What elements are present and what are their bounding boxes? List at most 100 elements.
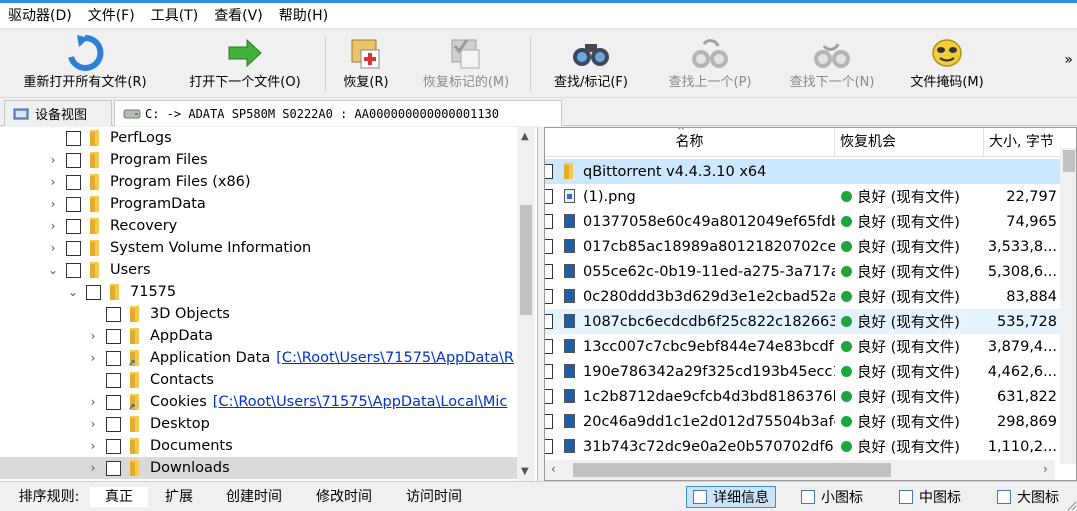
- expand-arrow-icon[interactable]: ›: [86, 391, 100, 413]
- row-checkbox[interactable]: [545, 339, 553, 354]
- tree-checkbox[interactable]: [106, 460, 121, 476]
- row-checkbox[interactable]: [545, 414, 553, 429]
- expand-arrow-icon[interactable]: ›: [46, 237, 60, 259]
- recover-marked-button[interactable]: 恢复标记的(M): [414, 32, 518, 96]
- tree-checkbox[interactable]: [86, 284, 101, 300]
- expand-arrow-icon[interactable]: ›: [46, 171, 60, 193]
- menu-drive[interactable]: 驱动器(D): [0, 3, 80, 29]
- sort-accessed[interactable]: 访问时间: [394, 487, 474, 507]
- tab-device-view[interactable]: 设备视图: [4, 100, 112, 126]
- tab-drive-c[interactable]: C: -> ADATA SP580M S0222A0 : AA000000000…: [114, 100, 562, 126]
- expand-arrow-icon[interactable]: ⌄: [66, 281, 80, 303]
- tree-checkbox[interactable]: [66, 196, 81, 212]
- sort-created[interactable]: 创建时间: [214, 487, 294, 507]
- tree-vertical-scrollbar[interactable]: ▲ ▼: [517, 127, 535, 481]
- file-mask-button[interactable]: 文件掩码(M): [902, 32, 992, 96]
- tree-checkbox[interactable]: [66, 130, 81, 146]
- menu-view[interactable]: 查看(V): [206, 3, 271, 29]
- tree-checkbox[interactable]: [106, 306, 121, 322]
- tree-checkbox[interactable]: [106, 416, 121, 432]
- link-target[interactable]: [C:\Root\Users\71575\AppData\Local\Mic: [213, 394, 508, 410]
- scroll-left-icon[interactable]: ‹: [551, 462, 556, 476]
- tree-checkbox[interactable]: [66, 152, 81, 168]
- tree-checkbox[interactable]: [106, 328, 121, 344]
- list-item[interactable]: 055ce62c-0b19-11ed-a275-3a717a 良好 (现有文件) 5…: [545, 259, 1060, 284]
- row-checkbox[interactable]: [545, 214, 553, 229]
- file-list-vertical-scrollbar[interactable]: [1060, 148, 1076, 464]
- expand-arrow-icon[interactable]: ›: [86, 347, 100, 369]
- tree-item[interactable]: › Desktop: [0, 413, 520, 435]
- expand-arrow-icon[interactable]: ›: [86, 457, 100, 479]
- expand-arrow-icon[interactable]: ›: [46, 193, 60, 215]
- tree-checkbox[interactable]: [66, 218, 81, 234]
- menu-tools[interactable]: 工具(T): [143, 3, 206, 29]
- row-checkbox[interactable]: [545, 239, 553, 254]
- list-item[interactable]: 0c280ddd3b3d629d3e1e2cbad52a 良好 (现有文件) 83,…: [545, 284, 1060, 309]
- list-item[interactable]: 1c2b8712dae9cfcb4d3bd8186376l 良好 (现有文件) 63…: [545, 384, 1060, 409]
- row-checkbox[interactable]: [545, 364, 553, 379]
- tree-checkbox[interactable]: [66, 240, 81, 256]
- tree-item[interactable]: PerfLogs: [0, 127, 520, 149]
- list-item[interactable]: 1087cbc6ecdcdb6f25c822c182663 良好 (现有文件) 53…: [545, 309, 1060, 334]
- list-item[interactable]: 017cb85ac18989a80121820702cec 良好 (现有文件) 3,…: [545, 234, 1060, 259]
- find-next-button[interactable]: 查找下一个(N): [780, 32, 884, 96]
- sort-real[interactable]: 真正: [90, 487, 148, 507]
- tree-item[interactable]: › Documents: [0, 435, 520, 457]
- column-name[interactable]: 名称 ^: [545, 128, 835, 157]
- column-size[interactable]: 大小, 字节: [985, 128, 1065, 157]
- row-checkbox[interactable]: [545, 164, 553, 179]
- view-large-icons-button[interactable]: 大图标: [990, 486, 1066, 508]
- scroll-right-icon[interactable]: ›: [1043, 462, 1048, 476]
- menu-file[interactable]: 文件(F): [80, 3, 143, 29]
- view-details-button[interactable]: 详细信息: [686, 486, 776, 508]
- view-medium-icons-button[interactable]: 中图标: [892, 486, 968, 508]
- row-checkbox[interactable]: [545, 189, 553, 204]
- tree-item[interactable]: › Program Files: [0, 149, 520, 171]
- tree-item[interactable]: › ↗ Cookies [C:\Root\Users\71575\AppData\Lo…: [0, 391, 520, 413]
- tree-item[interactable]: 3D Objects: [0, 303, 520, 325]
- expand-arrow-icon[interactable]: ›: [86, 413, 100, 435]
- tree-item[interactable]: ⌄ Users: [0, 259, 520, 281]
- column-recovery-chance[interactable]: 恢复机会: [836, 128, 984, 157]
- open-next-button[interactable]: 打开下一个文件(O): [180, 32, 310, 96]
- list-item[interactable]: 190e786342a29f325cd193b45ecc1 良好 (现有文件) 4,…: [545, 359, 1060, 384]
- tree-item[interactable]: › Downloads: [0, 457, 520, 479]
- list-item[interactable]: 01377058e60c49a8012049ef65fdb 良好 (现有文件) 74…: [545, 209, 1060, 234]
- tree-checkbox[interactable]: [106, 394, 121, 410]
- recover-button[interactable]: 恢复(R): [336, 32, 396, 96]
- toolbar-overflow-button[interactable]: »: [1064, 52, 1073, 68]
- row-checkbox[interactable]: [545, 389, 553, 404]
- list-item-folder[interactable]: qBittorrent v4.4.3.10 x64: [545, 159, 1060, 184]
- menu-help[interactable]: 帮助(H): [271, 3, 336, 29]
- tree-checkbox[interactable]: [66, 262, 81, 278]
- sort-modified[interactable]: 修改时间: [304, 487, 384, 507]
- tree-item[interactable]: ⌄ 71575: [0, 281, 520, 303]
- reopen-all-button[interactable]: 重新打开所有文件(R): [12, 32, 158, 96]
- tree-item[interactable]: › ProgramData: [0, 193, 520, 215]
- sort-extension[interactable]: 扩展: [152, 487, 206, 507]
- tree-item[interactable]: Contacts: [0, 369, 520, 391]
- find-previous-button[interactable]: 查找上一个(P): [658, 32, 762, 96]
- expand-arrow-icon[interactable]: ›: [86, 325, 100, 347]
- tree-checkbox[interactable]: [106, 438, 121, 454]
- list-item[interactable]: (1).png 良好 (现有文件) 22,797: [545, 184, 1060, 209]
- find-mark-button[interactable]: 查找/标记(F): [544, 32, 638, 96]
- tree-checkbox[interactable]: [106, 372, 121, 388]
- row-checkbox[interactable]: [545, 439, 553, 454]
- list-item[interactable]: 13cc007c7cbc9ebf844e74e83bcdf 良好 (现有文件) 3,…: [545, 334, 1060, 359]
- expand-arrow-icon[interactable]: ›: [46, 149, 60, 171]
- horizontal-scroll-thumb[interactable]: [573, 463, 891, 477]
- row-checkbox[interactable]: [545, 289, 553, 304]
- tree-checkbox[interactable]: [106, 350, 121, 366]
- expand-arrow-icon[interactable]: ›: [46, 215, 60, 237]
- tree-checkbox[interactable]: [66, 174, 81, 190]
- scroll-up-icon[interactable]: ▲: [521, 131, 529, 142]
- tree-item[interactable]: › AppData: [0, 325, 520, 347]
- expand-arrow-icon[interactable]: ›: [86, 435, 100, 457]
- link-target[interactable]: [C:\Root\Users\71575\AppData\R: [276, 350, 514, 366]
- scroll-down-icon[interactable]: ▼: [521, 466, 529, 477]
- row-checkbox[interactable]: [545, 314, 553, 329]
- tree-scroll-thumb[interactable]: [520, 205, 532, 315]
- row-checkbox[interactable]: [545, 264, 553, 279]
- tree-item[interactable]: › ↗ Application Data [C:\Root\Users\71575\A…: [0, 347, 520, 369]
